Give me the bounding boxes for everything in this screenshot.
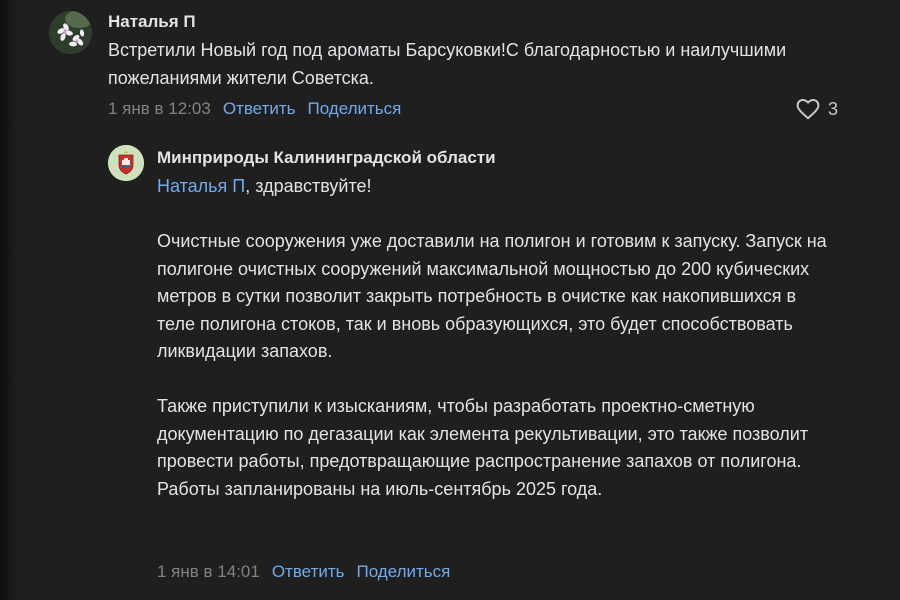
like-count: 3 bbox=[828, 98, 839, 119]
reply-button[interactable]: Ответить bbox=[272, 562, 345, 582]
coat-of-arms-icon bbox=[108, 145, 144, 181]
like-button[interactable]: 3 bbox=[796, 98, 838, 120]
reply-button[interactable]: Ответить bbox=[223, 99, 296, 119]
reply-author[interactable]: Минприроды Калининградской области bbox=[157, 148, 496, 168]
mention-link[interactable]: Наталья П bbox=[157, 176, 245, 196]
reply-paragraph: Очистные сооружения уже доставили на пол… bbox=[157, 231, 827, 361]
comments-panel: Наталья П Встретили Новый год под аромат… bbox=[0, 0, 900, 600]
greeting-text: , здравствуйте! bbox=[245, 176, 372, 196]
comment-author[interactable]: Наталья П bbox=[108, 12, 196, 32]
avatar[interactable] bbox=[49, 11, 92, 54]
share-button[interactable]: Поделиться bbox=[357, 562, 451, 582]
comment-text: Встретили Новый год под ароматы Барсуков… bbox=[108, 40, 787, 88]
comment-date[interactable]: 1 янв в 12:03 bbox=[108, 99, 211, 119]
avatar[interactable] bbox=[108, 145, 144, 181]
reply-text: Наталья П, здравствуйте! Очистные сооруж… bbox=[157, 173, 837, 503]
reply-meta: 1 янв в 14:01 Ответить Поделиться bbox=[157, 562, 450, 582]
flowers-avatar-image bbox=[49, 11, 92, 54]
reply-date[interactable]: 1 янв в 14:01 bbox=[157, 562, 260, 582]
reply-paragraph: Также приступили к изысканиям, чтобы раз… bbox=[157, 396, 809, 499]
panel-edge-shadow bbox=[0, 0, 18, 600]
heart-outline-icon bbox=[796, 98, 820, 120]
share-button[interactable]: Поделиться bbox=[308, 99, 402, 119]
comment-meta: 1 янв в 12:03 Ответить Поделиться bbox=[108, 99, 401, 119]
reply-greeting: Наталья П, здравствуйте! bbox=[157, 173, 837, 201]
